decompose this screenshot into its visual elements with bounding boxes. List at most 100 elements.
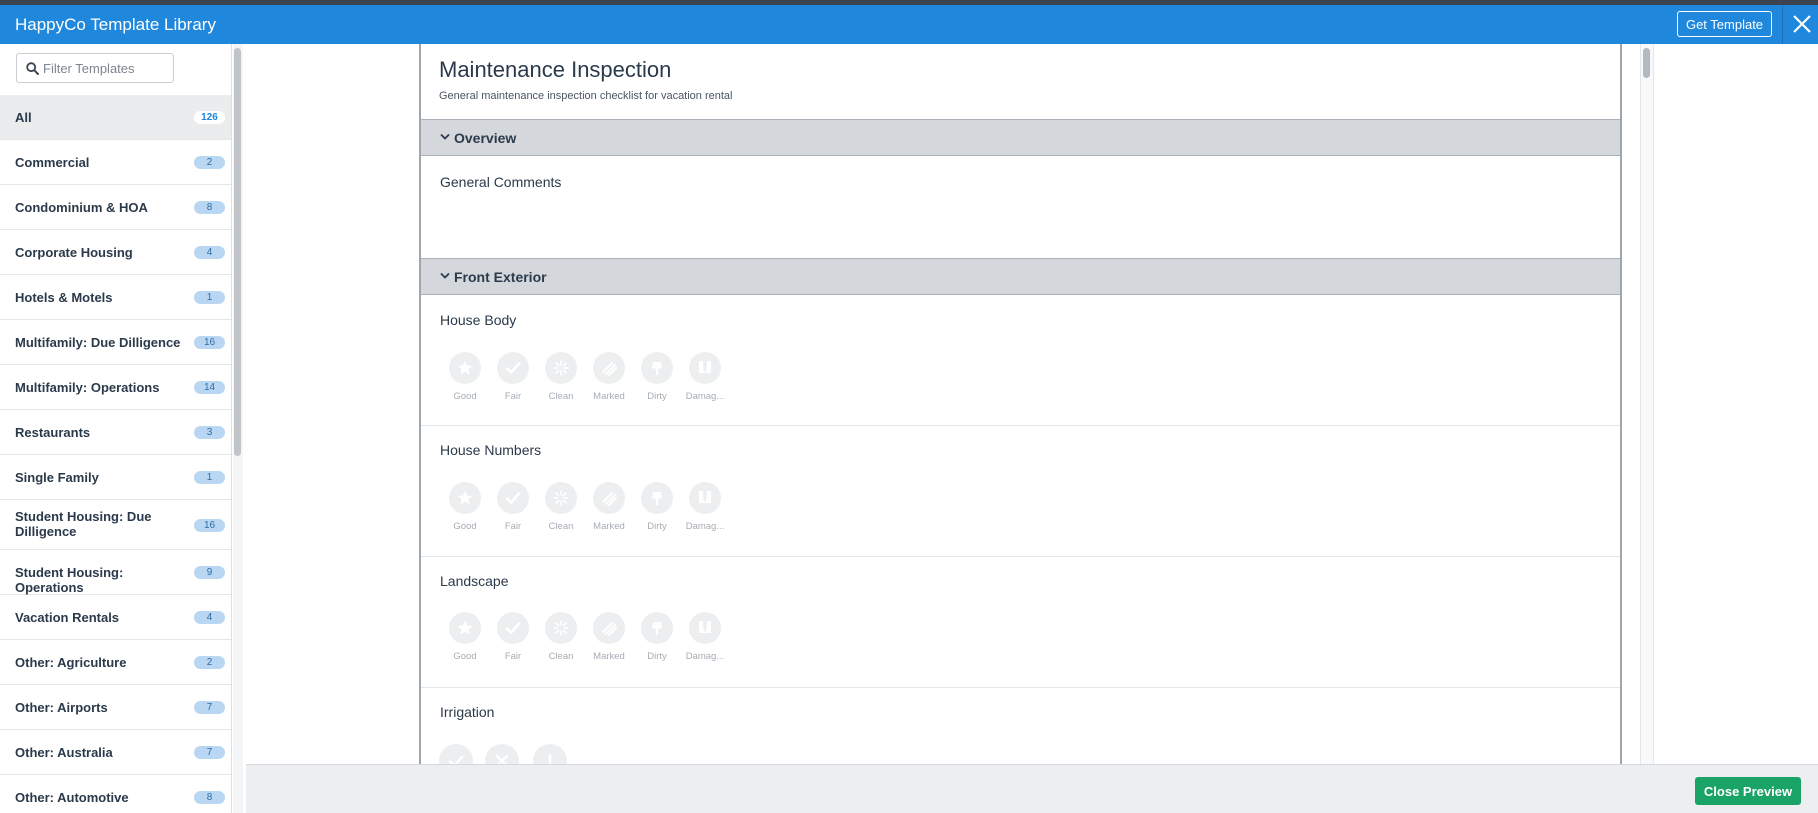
- category-label: Vacation Rentals: [15, 610, 120, 625]
- category-label: Other: Airports: [15, 700, 108, 715]
- rating-fair[interactable]: Fair: [491, 612, 539, 672]
- category-item-hotels-motels[interactable]: Hotels & Motels 1: [0, 275, 231, 320]
- filter-templates-input[interactable]: [43, 58, 171, 78]
- rating-marked[interactable]: Marked: [587, 482, 635, 542]
- damage-icon: [699, 491, 711, 503]
- close-library-button[interactable]: [1783, 5, 1818, 44]
- damage-icon: [699, 621, 711, 633]
- item-divider: [421, 687, 1620, 688]
- item-title-irrigation: Irrigation: [440, 704, 495, 720]
- category-label: Student Housing: Operations: [15, 565, 124, 595]
- irrigation-flag-button[interactable]: [533, 744, 567, 764]
- item-title-landscape: Landscape: [440, 573, 509, 589]
- category-count-badge: 8: [194, 791, 225, 804]
- rating-label: Marked: [593, 651, 625, 662]
- category-item-all[interactable]: All 126: [0, 95, 231, 140]
- rating-row-house-numbers: Good Fair Clean Marked Dirty Damag...: [443, 482, 743, 542]
- rating-label: Damag...: [685, 521, 725, 532]
- preview-footer: [246, 764, 1818, 813]
- category-item-other-automotive[interactable]: Other: Automotive 8: [0, 775, 231, 813]
- rating-label: Damag...: [685, 391, 725, 402]
- search-icon: [26, 62, 39, 75]
- cross-icon: [495, 754, 509, 764]
- category-item-restaurants[interactable]: Restaurants 3: [0, 410, 231, 455]
- irrigation-yes-button[interactable]: [439, 744, 473, 764]
- category-count-badge: 16: [194, 519, 225, 532]
- category-item-multifamily-operations[interactable]: Multifamily: Operations 14: [0, 365, 231, 410]
- rating-good[interactable]: Good: [443, 612, 491, 672]
- close-icon: [1793, 15, 1811, 33]
- rating-clean[interactable]: Clean: [539, 352, 587, 412]
- rating-good[interactable]: Good: [443, 352, 491, 412]
- category-count-badge: 1: [194, 471, 225, 484]
- rating-label: Good: [453, 651, 477, 662]
- check-icon: [505, 492, 521, 504]
- get-template-button[interactable]: Get Template: [1677, 11, 1772, 37]
- marked-icon: [602, 362, 617, 376]
- rating-dirty[interactable]: Dirty: [635, 352, 683, 412]
- rating-damaged[interactable]: Damag...: [683, 352, 731, 412]
- category-item-corporate-housing[interactable]: Corporate Housing 4: [0, 230, 231, 275]
- rating-dirty[interactable]: Dirty: [635, 482, 683, 542]
- rating-damaged[interactable]: Damag...: [683, 612, 731, 672]
- category-item-multifamily-due-diligence[interactable]: Multifamily: Due Dilligence 16: [0, 320, 231, 365]
- dirt-icon: [652, 492, 662, 505]
- damage-icon: [699, 361, 711, 373]
- section-header-overview[interactable]: Overview: [421, 119, 1620, 156]
- rating-label: Good: [453, 521, 477, 532]
- rating-damaged[interactable]: Damag...: [683, 482, 731, 542]
- rating-label: Fair: [504, 651, 522, 662]
- category-count-badge: 3: [194, 426, 225, 439]
- category-count-badge: 8: [194, 201, 225, 214]
- category-item-student-housing-due-diligence[interactable]: Student Housing: Due Dilligence 16: [0, 500, 231, 550]
- category-label: Multifamily: Operations: [15, 380, 160, 395]
- rating-label: Fair: [504, 521, 522, 532]
- rating-label: Dirty: [647, 651, 667, 662]
- item-divider: [421, 425, 1620, 426]
- category-count-badge: 126: [194, 111, 225, 124]
- rating-clean[interactable]: Clean: [539, 612, 587, 672]
- check-icon: [505, 622, 521, 634]
- rating-label: Clean: [548, 651, 574, 662]
- filter-area: [0, 44, 231, 94]
- category-count-badge: 9: [194, 566, 225, 579]
- category-label: Corporate Housing: [15, 245, 133, 260]
- rating-dirty[interactable]: Dirty: [635, 612, 683, 672]
- template-subtitle: General maintenance inspection checklist…: [439, 90, 733, 102]
- close-preview-button[interactable]: Close Preview: [1695, 777, 1801, 805]
- category-item-commercial[interactable]: Commercial 2: [0, 140, 231, 185]
- check-icon: [505, 362, 521, 374]
- category-item-condominium-hoa[interactable]: Condominium & HOA 8: [0, 185, 231, 230]
- item-title-house-body: House Body: [440, 312, 517, 328]
- irrigation-no-button[interactable]: [485, 744, 519, 764]
- item-title-house-numbers: House Numbers: [440, 442, 542, 458]
- preview-scrollbar-thumb[interactable]: [1643, 48, 1650, 78]
- rating-fair[interactable]: Fair: [491, 352, 539, 412]
- category-item-single-family[interactable]: Single Family 1: [0, 455, 231, 500]
- category-count-badge: 2: [194, 656, 225, 669]
- section-header-front-exterior[interactable]: Front Exterior: [421, 258, 1620, 295]
- sidebar-scrollbar-thumb[interactable]: [234, 48, 241, 456]
- rating-label: Fair: [504, 391, 522, 402]
- rating-label: Marked: [593, 521, 625, 532]
- category-count-badge: 14: [194, 381, 225, 394]
- rating-marked[interactable]: Marked: [587, 612, 635, 672]
- item-divider: [421, 556, 1620, 557]
- category-item-other-airports[interactable]: Other: Airports 7: [0, 685, 231, 730]
- category-count-badge: 7: [194, 746, 225, 759]
- rating-fair[interactable]: Fair: [491, 482, 539, 542]
- category-item-other-agriculture[interactable]: Other: Agriculture 2: [0, 640, 231, 685]
- category-label: Restaurants: [15, 425, 91, 440]
- category-item-vacation-rentals[interactable]: Vacation Rentals 4: [0, 595, 231, 640]
- category-count-badge: 4: [194, 611, 225, 624]
- rating-marked[interactable]: Marked: [587, 352, 635, 412]
- filter-templates-box[interactable]: [16, 53, 174, 83]
- category-item-student-housing-operations[interactable]: Student Housing: Operations 9: [0, 550, 231, 595]
- category-label: Other: Australia: [15, 745, 113, 760]
- rating-label: Clean: [548, 391, 574, 402]
- rating-clean[interactable]: Clean: [539, 482, 587, 542]
- preview-scrollbar[interactable]: [1640, 44, 1654, 764]
- check-icon: [448, 755, 464, 764]
- category-item-other-australia[interactable]: Other: Australia 7: [0, 730, 231, 775]
- rating-good[interactable]: Good: [443, 482, 491, 542]
